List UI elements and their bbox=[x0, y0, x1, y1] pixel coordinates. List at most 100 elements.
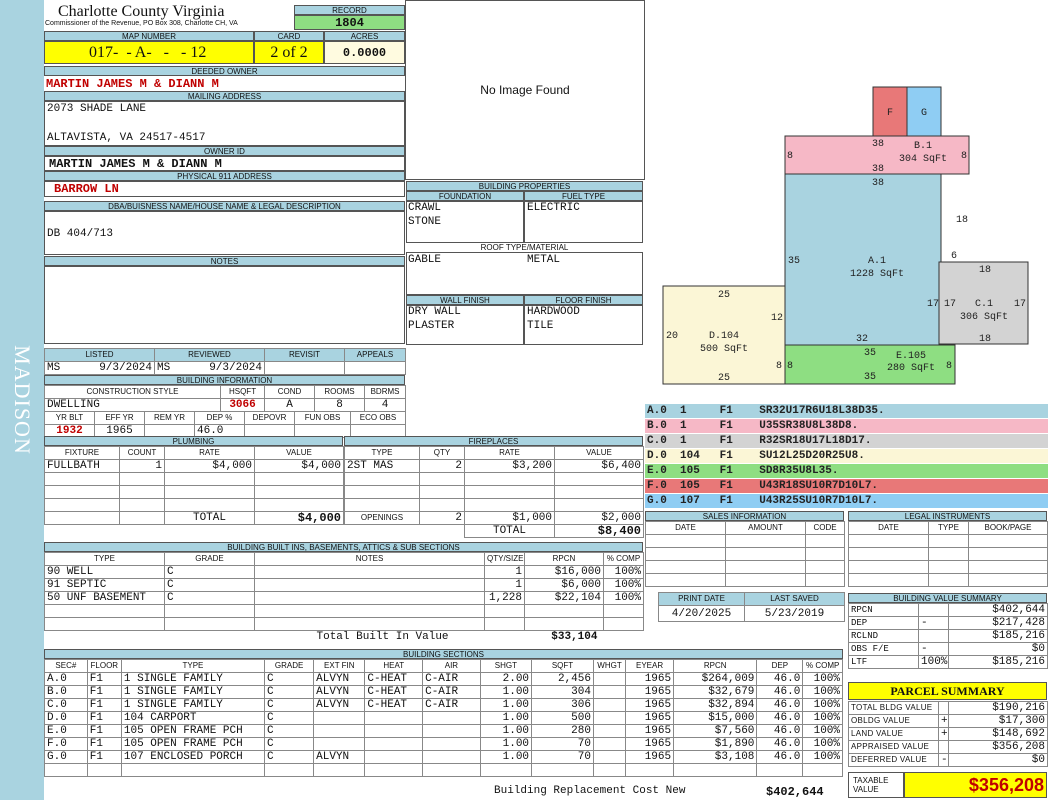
section-cell: 1.00 bbox=[479, 724, 533, 738]
fire-h2: RATE bbox=[464, 446, 555, 460]
section-cell: 1.00 bbox=[479, 698, 533, 712]
builtin-qty: 1,228 bbox=[484, 591, 525, 605]
parcel-cell: TOTAL BLDG VALUE bbox=[848, 701, 939, 715]
notes-box bbox=[44, 266, 405, 344]
district-label: MADISON bbox=[10, 345, 35, 455]
owner-label: DEEDED OWNER bbox=[44, 66, 405, 76]
section-cell: C bbox=[264, 750, 315, 764]
county-address: Commissioner of the Revenue, PO Box 308,… bbox=[45, 20, 238, 27]
sketch-label: 6 bbox=[951, 251, 957, 262]
bldg-info-title: BUILDING INFORMATION bbox=[44, 375, 405, 385]
bdrms-label: BDRMS bbox=[364, 385, 407, 399]
vector-row: B.0 1 F1 U35SR38U8L38D8. bbox=[645, 419, 1048, 434]
fire-total-label: TOTAL bbox=[464, 524, 555, 538]
sections-header: GRADE bbox=[264, 659, 315, 673]
section-cell: 46.0 bbox=[756, 698, 804, 712]
sketch-label: 280 SqFt bbox=[887, 363, 935, 374]
print-table: PRINT DATE LAST SAVED 4/20/2025 5/23/2019 bbox=[658, 592, 845, 622]
builtin-type: 91 SEPTIC bbox=[44, 578, 165, 592]
table-row: LTF 100% $185,216 bbox=[848, 655, 1048, 669]
parcel-summary-title: PARCEL SUMMARY bbox=[848, 682, 1047, 700]
fire-total: $8,400 bbox=[554, 524, 644, 538]
section-cell: 1.00 bbox=[479, 685, 533, 699]
plumb-fixture: FULLBATH bbox=[44, 459, 120, 473]
section-cell: 100% bbox=[802, 750, 843, 764]
value-summary-title: BUILDING VALUE SUMMARY bbox=[848, 593, 1047, 603]
table-row: DEP - $217,428 bbox=[848, 616, 1048, 630]
sketch-label: 35 bbox=[864, 348, 876, 359]
depovr-label: DEPOVR bbox=[244, 411, 295, 425]
section-cell: 100% bbox=[802, 698, 843, 712]
section-cell bbox=[592, 724, 627, 738]
print-date: 4/20/2025 bbox=[658, 605, 745, 622]
section-cell: C bbox=[264, 711, 315, 725]
sketch-label: 35 bbox=[788, 256, 800, 267]
builtin-h5: % COMP bbox=[603, 552, 644, 566]
legal-description: DB 404/713 bbox=[47, 228, 114, 240]
no-image-text: No Image Found bbox=[480, 83, 570, 97]
sidebar-band: MADISON bbox=[0, 0, 44, 800]
plumb-value: $4,000 bbox=[254, 459, 344, 473]
builtin-h0: TYPE bbox=[44, 552, 165, 566]
physical-label: PHYSICAL 911 ADDRESS bbox=[44, 171, 405, 181]
builtin-qty: 1 bbox=[484, 578, 525, 592]
legal-h0: DATE bbox=[848, 521, 929, 535]
table-row: FULLBATH 1 $4,000 $4,000 bbox=[44, 459, 344, 473]
sketch-label: 18 bbox=[979, 334, 991, 345]
sketch-label: 17 bbox=[1014, 299, 1026, 310]
section-cell bbox=[592, 685, 627, 699]
listing-table: LISTED REVIEWED REVISIT APPEALS MS 9/3/2024 M… bbox=[44, 348, 406, 375]
taxable-label: TAXABLE VALUE bbox=[848, 772, 904, 798]
acres-value: 0.0000 bbox=[324, 41, 405, 64]
funobs-label: FUN OBS bbox=[294, 411, 351, 425]
ecoobs-label: ECO OBS bbox=[350, 411, 406, 425]
sketch-label: 306 SqFt bbox=[960, 312, 1008, 323]
plumb-total-label: TOTAL bbox=[164, 511, 255, 525]
sketch-label: 32 bbox=[856, 334, 868, 345]
reviewed-label: REVIEWED bbox=[154, 348, 265, 362]
hsqft-value: 3066 bbox=[220, 398, 266, 412]
section-cell: D.0 bbox=[44, 711, 88, 725]
section-cell: 304 bbox=[531, 685, 594, 699]
bldg-props-title: BUILDING PROPERTIES bbox=[406, 181, 643, 191]
table-row: OBS F/E - $0 bbox=[848, 642, 1048, 656]
value-cell: OBS F/E bbox=[848, 642, 919, 656]
section-cell bbox=[422, 750, 481, 764]
sections-total: $402,644 bbox=[766, 785, 824, 799]
table-row: 50 UNF BASEMENT C 1,228 $22,104 100% bbox=[44, 591, 644, 605]
sales-title: SALES INFORMATION bbox=[645, 511, 844, 521]
parcel-cell: $17,300 bbox=[948, 714, 1048, 728]
notes-label: NOTES bbox=[44, 256, 405, 266]
vector-row: C.0 1 F1 R32SR18U17L18D17. bbox=[645, 434, 1048, 449]
builtin-notes bbox=[254, 565, 485, 579]
table-row: D.0 F1 104 CARPORT C 1.00 500 1965 $15,000 46.0 1… bbox=[44, 711, 843, 725]
sketch-label: G bbox=[921, 108, 927, 119]
parcel-cell: $148,692 bbox=[948, 727, 1048, 741]
section-cell: 1 SINGLE FAMILY bbox=[120, 685, 266, 699]
section-cell: B.0 bbox=[44, 685, 88, 699]
vector-row: A.0 1 F1 SR32U17R6U18L38D35. bbox=[645, 404, 1048, 419]
sections-title: BUILDING SECTIONS bbox=[44, 649, 843, 659]
builtin-comp: 100% bbox=[603, 565, 644, 579]
sketch-label: 8 bbox=[787, 361, 793, 372]
section-cell bbox=[313, 724, 366, 738]
record-value: 1804 bbox=[294, 15, 405, 30]
owner-name: MARTIN JAMES M & DIANN M bbox=[46, 77, 219, 91]
cond-label: COND bbox=[264, 385, 316, 399]
section-cell: F.0 bbox=[44, 737, 88, 751]
sketch-label: 38 bbox=[872, 164, 884, 175]
physical-address: BARROW LN bbox=[44, 181, 405, 197]
sketch-label: 18 bbox=[979, 265, 991, 276]
section-cell: 1 SINGLE FAMILY bbox=[120, 672, 266, 686]
parcel-cell bbox=[938, 740, 949, 754]
section-cell: C bbox=[264, 685, 315, 699]
parcel-cell: + bbox=[938, 714, 949, 728]
sketch-label: C.1 bbox=[975, 299, 993, 310]
reviewed-by: MS bbox=[157, 362, 171, 374]
section-cell: F1 bbox=[86, 672, 122, 686]
section-cell bbox=[364, 737, 424, 751]
section-cell: F1 bbox=[86, 737, 122, 751]
sketch-label: A.1 bbox=[868, 256, 886, 267]
value-cell: RCLND bbox=[848, 629, 919, 643]
value-cell: $402,644 bbox=[948, 603, 1048, 617]
